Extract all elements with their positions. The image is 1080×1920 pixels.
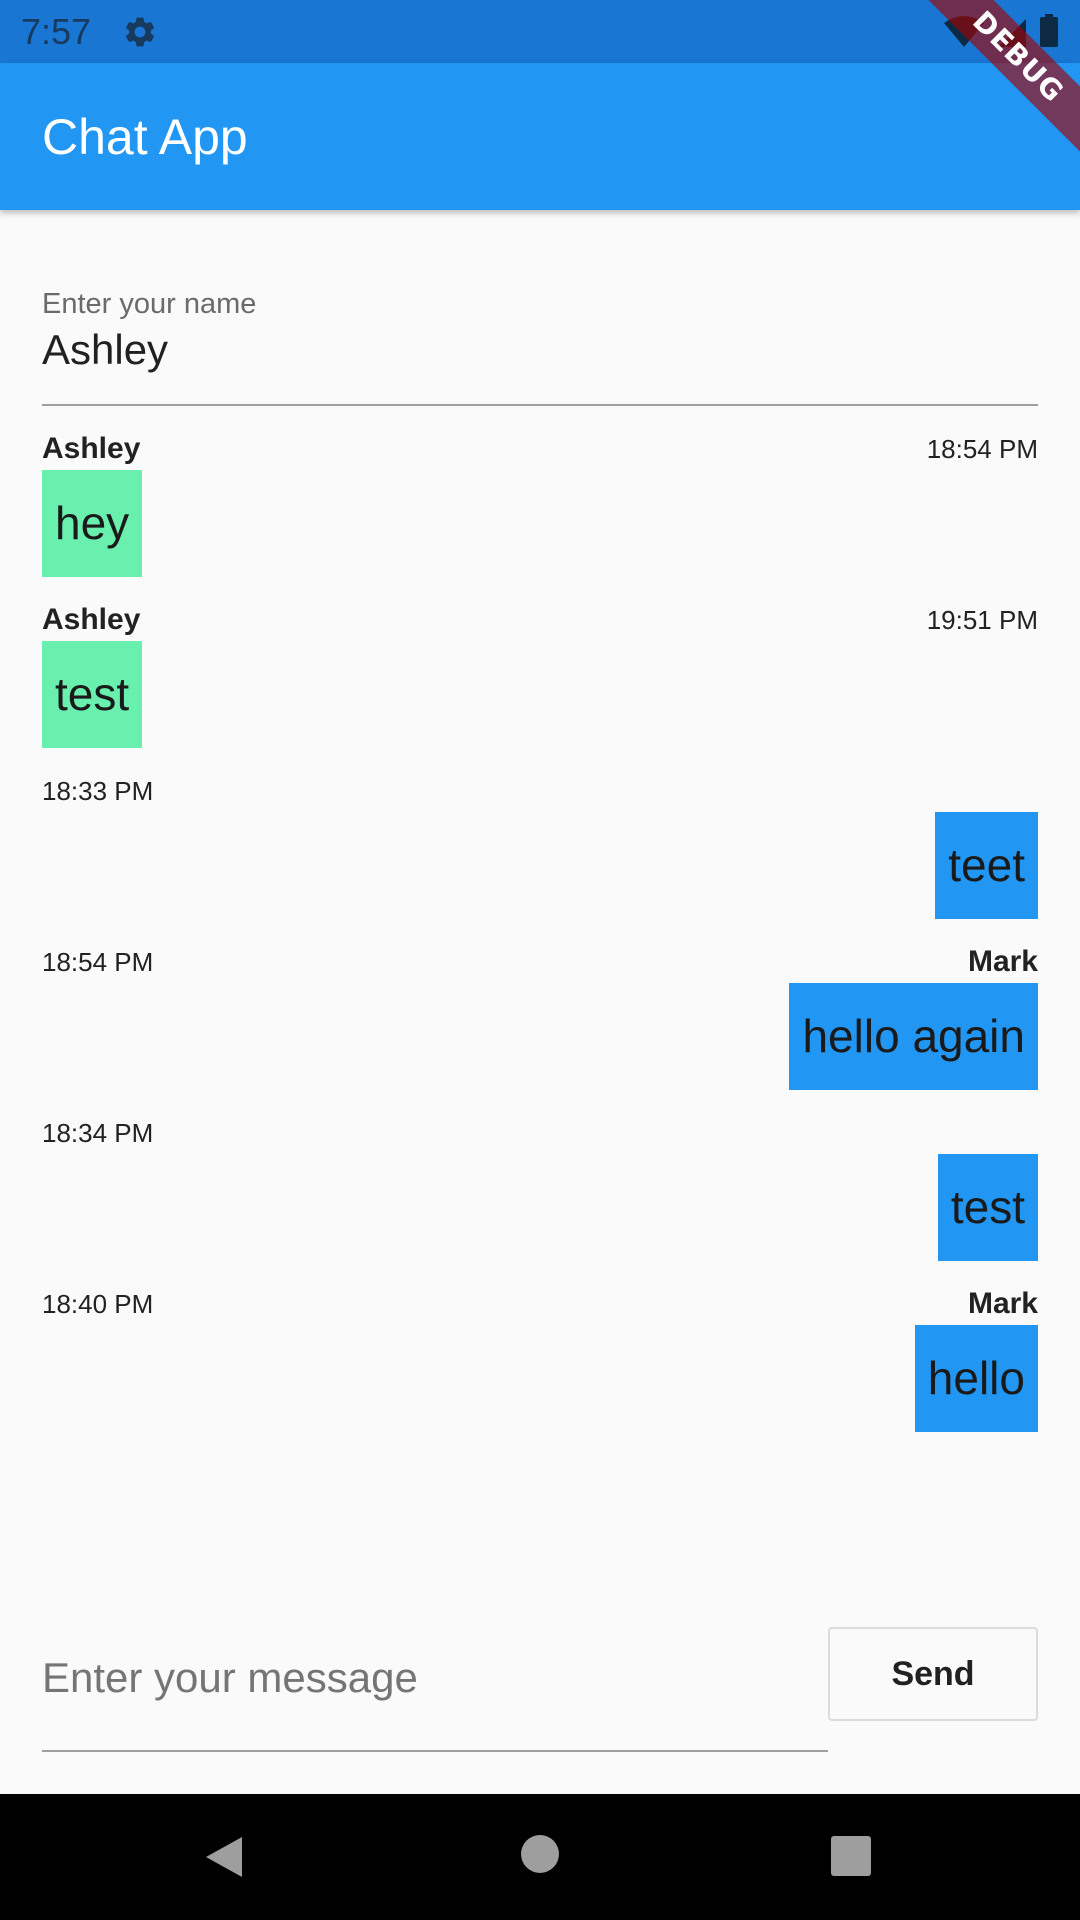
message-bubble: teet [935, 812, 1038, 919]
status-bar: 7:57 [0, 0, 1080, 63]
message-sender: Mark [967, 1287, 1038, 1320]
message-time: 18:54 PM [42, 947, 154, 977]
recents-icon[interactable] [831, 1836, 871, 1876]
message-time: 18:34 PM [42, 1118, 154, 1148]
status-time: 7:57 [21, 11, 92, 52]
message-bubble: test [937, 1154, 1038, 1261]
navigation-bar [0, 1794, 1080, 1920]
screen: 7:57 Chat App DEBUG Enter your name Ashl… [0, 0, 1080, 1920]
message-sender: Ashley [42, 432, 141, 465]
name-field[interactable]: Enter your name Ashley [42, 280, 1038, 408]
app-title: Chat App [42, 109, 248, 165]
name-field-value[interactable]: Ashley [42, 326, 168, 374]
message-bubble: hello again [789, 983, 1038, 1090]
message-item: Ashley 18:54 PM hey [42, 420, 1038, 591]
name-field-underline [42, 404, 1038, 406]
app-bar: Chat App [0, 63, 1080, 210]
message-time: 18:40 PM [42, 1289, 154, 1319]
battery-icon [1040, 17, 1058, 47]
message-item: Ashley 19:51 PM test [42, 591, 1038, 762]
message-bubble: hey [42, 470, 143, 577]
message-bubble: test [42, 641, 143, 748]
message-time: 18:33 PM [42, 776, 154, 806]
back-icon[interactable] [204, 1835, 244, 1879]
gear-icon [125, 17, 155, 47]
message-item: Mark 18:40 PM hello [42, 1275, 1038, 1446]
message-time: 18:54 PM [926, 434, 1038, 464]
name-field-label: Enter your name [42, 288, 257, 320]
message-input[interactable]: Enter your message [42, 1630, 828, 1754]
send-button[interactable]: Send [828, 1627, 1038, 1721]
message-input-placeholder: Enter your message [42, 1654, 418, 1701]
message-bubble: hello [914, 1325, 1038, 1432]
message-item: 18:34 PM test [42, 1104, 1038, 1275]
message-time: 19:51 PM [926, 605, 1038, 635]
home-icon[interactable] [521, 1835, 559, 1873]
message-item: 18:33 PM teet [42, 762, 1038, 933]
message-list[interactable]: Ashley 18:54 PM hey Ashley 19:51 PM test… [42, 420, 1038, 1446]
message-sender: Ashley [42, 603, 141, 636]
message-input-underline [42, 1750, 828, 1752]
message-item: Mark 18:54 PM hello again [42, 933, 1038, 1104]
message-sender: Mark [967, 945, 1038, 978]
